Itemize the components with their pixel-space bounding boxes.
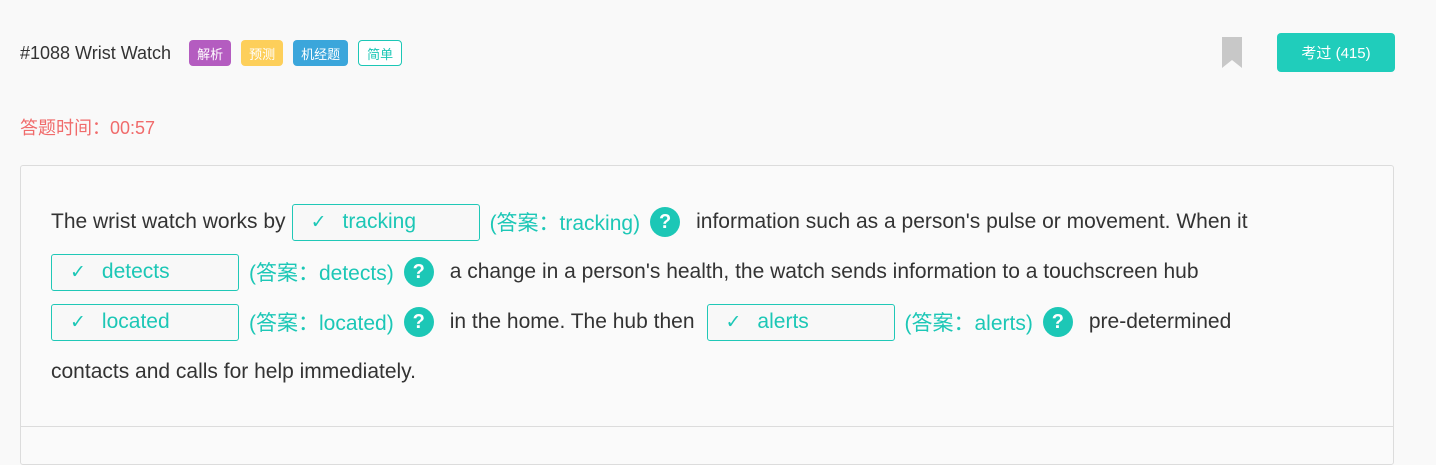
help-icon[interactable]: ?: [1042, 307, 1073, 337]
question-header: #1088 Wrist Watch 解析 预测 机经题 简单: [20, 38, 412, 68]
question-line: ✓ detects (答案：detects) ? a change in a pe…: [51, 252, 1199, 292]
blank-value: tracking: [342, 210, 417, 233]
card-divider: [21, 426, 1393, 427]
pass-count-button[interactable]: 考过 (415): [1277, 33, 1395, 72]
correct-answer: (答案：tracking): [489, 212, 641, 235]
tag-difficulty: 简单: [358, 40, 403, 66]
check-icon: ✓: [70, 311, 86, 333]
answer-blank-1[interactable]: ✓ tracking: [291, 203, 480, 241]
correct-answer: (答案：located): [249, 312, 394, 335]
check-icon: ✓: [725, 311, 742, 333]
blank-value: alerts: [757, 310, 809, 333]
bookmark-icon[interactable]: [1222, 37, 1242, 68]
answer-timer: 答题时间：00:57: [20, 118, 156, 138]
text-segment: contacts and calls for help immediately.: [51, 360, 416, 383]
text-segment: The wrist watch works by: [51, 210, 286, 233]
text-segment: information such as a person's pulse or …: [696, 210, 1248, 233]
text-segment: a change in a person's health, the watch…: [449, 260, 1199, 283]
question-line: ✓ located (答案：located) ? in the home. The…: [51, 302, 1231, 342]
question-title: #1088 Wrist Watch: [20, 42, 172, 63]
answer-blank-3[interactable]: ✓ located: [51, 303, 239, 341]
answer-blank-4[interactable]: ✓ alerts: [706, 303, 895, 341]
check-icon: ✓: [310, 211, 327, 233]
check-icon: ✓: [70, 261, 86, 283]
question-line: The wrist watch works by ✓ tracking (答案：t…: [51, 202, 1248, 242]
help-icon[interactable]: ?: [403, 307, 434, 337]
tag-exam-question[interactable]: 机经题: [293, 40, 349, 66]
help-icon[interactable]: ?: [650, 207, 681, 237]
blank-value: detects: [101, 260, 170, 283]
correct-answer: (答案：detects): [249, 262, 394, 285]
answer-blank-2[interactable]: ✓ detects: [51, 253, 239, 291]
text-segment: in the home. The hub then: [449, 310, 695, 333]
tag-prediction[interactable]: 预测: [241, 40, 284, 66]
blank-value: located: [101, 310, 170, 333]
question-line: contacts and calls for help immediately.: [51, 352, 416, 392]
text-segment: pre-determined: [1088, 310, 1232, 333]
tag-analysis[interactable]: 解析: [189, 40, 232, 66]
help-icon[interactable]: ?: [403, 257, 434, 287]
correct-answer: (答案：alerts): [904, 312, 1033, 335]
question-card: The wrist watch works by ✓ tracking (答案：t…: [20, 165, 1394, 465]
